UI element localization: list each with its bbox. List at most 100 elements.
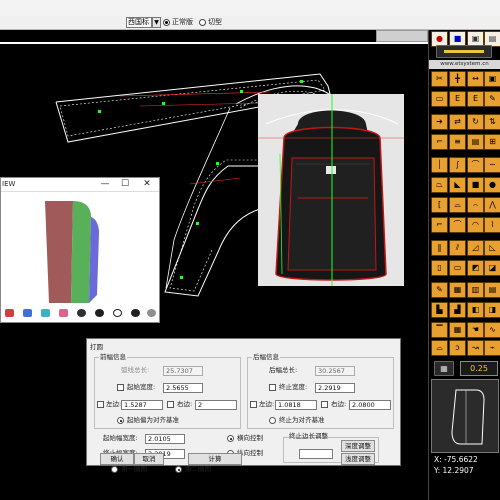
- square-tool-icon[interactable]: ■: [467, 177, 484, 193]
- light-icon[interactable]: [147, 309, 156, 317]
- ok-button[interactable]: 确认: [100, 453, 134, 465]
- shade-cyan-icon[interactable]: [41, 309, 50, 317]
- offset-tool-icon[interactable]: ≡: [449, 134, 466, 150]
- scallop-tool-icon[interactable]: ⌢: [467, 197, 484, 213]
- spline-tool-icon[interactable]: ∿: [484, 322, 500, 338]
- shade-blue-icon[interactable]: [23, 309, 32, 317]
- 3d-view-titlebar[interactable]: IEW — ☐ ✕: [1, 178, 159, 192]
- round-dialog[interactable]: 打圆 前幅信息 弧线总长: 25.7307 起始宽度: 2.5655 左边: 1…: [86, 338, 401, 473]
- edge-tool-icon[interactable]: E: [449, 91, 466, 107]
- rect-tool-icon[interactable]: ▭: [431, 91, 448, 107]
- fan-tool-icon[interactable]: ◺: [484, 240, 500, 256]
- line-tool-icon[interactable]: │: [431, 157, 448, 173]
- front-right-checkbox[interactable]: [167, 401, 174, 408]
- round2-radio[interactable]: [175, 466, 182, 473]
- trapezoid-tool-icon[interactable]: ⏢: [431, 177, 448, 193]
- piece-icon[interactable]: ▣: [484, 71, 500, 87]
- back-right-checkbox[interactable]: [321, 401, 328, 408]
- ring-icon[interactable]: [113, 309, 122, 317]
- slant-tool-icon[interactable]: ⫽: [449, 240, 466, 256]
- maximize-button[interactable]: ☐: [119, 179, 131, 190]
- front-right-field[interactable]: 2: [195, 400, 237, 410]
- expand-tool-icon[interactable]: ◧: [467, 302, 484, 318]
- pencil-tool-icon[interactable]: ✎: [431, 282, 448, 298]
- calc-button[interactable]: 计算: [188, 453, 242, 465]
- trim-tool-icon[interactable]: ◨: [484, 302, 500, 318]
- back-length-field[interactable]: 30.2567: [315, 366, 355, 376]
- align-tool-icon[interactable]: ▤: [484, 282, 500, 298]
- merge-tool-icon[interactable]: ▟: [449, 302, 466, 318]
- calculator-icon[interactable]: ▦: [449, 322, 466, 338]
- back-fold-field[interactable]: 2.2919: [315, 383, 355, 393]
- front-fold-checkbox[interactable]: [117, 384, 124, 391]
- strap-tool-icon[interactable]: ⌓: [431, 340, 448, 356]
- start-width-field[interactable]: 2.0105: [145, 434, 185, 444]
- round1-radio[interactable]: [111, 466, 118, 473]
- wave-tool-icon[interactable]: ∽: [484, 157, 500, 173]
- back-align-radio[interactable]: [269, 417, 276, 424]
- minimize-button[interactable]: —: [99, 179, 111, 190]
- arrow-tool-icon[interactable]: ➔: [431, 114, 448, 130]
- shallow-adjust-button[interactable]: 浅度调整: [341, 453, 375, 465]
- split-tool-icon[interactable]: ‖: [431, 240, 448, 256]
- chevron-down-icon[interactable]: ▼: [152, 17, 161, 28]
- loop-tool-icon[interactable]: ↄ: [449, 340, 466, 356]
- cut-tool-icon[interactable]: ◩: [467, 260, 484, 276]
- zoom-level[interactable]: 0.25: [460, 361, 498, 376]
- back-fold-checkbox[interactable]: [269, 384, 276, 391]
- h-adjust-radio[interactable]: [227, 435, 234, 442]
- join-tool-icon[interactable]: ⇄: [449, 114, 466, 130]
- arch-tool-icon[interactable]: ⌓: [449, 197, 466, 213]
- corner-tool-icon[interactable]: ⌐: [431, 134, 448, 150]
- rename-tool-icon[interactable]: ▔: [431, 322, 448, 338]
- back-left-checkbox[interactable]: [250, 401, 257, 408]
- layer-tool-icon[interactable]: ▦: [449, 282, 466, 298]
- 3d-view-window[interactable]: IEW — ☐ ✕: [0, 177, 160, 323]
- bend-tool-icon[interactable]: ↝: [467, 340, 484, 356]
- panel-tool-icon[interactable]: ▙: [431, 302, 448, 318]
- mirror-icon[interactable]: ↔: [467, 71, 484, 87]
- circle-tool-icon[interactable]: ●: [484, 177, 500, 193]
- shade-red-icon[interactable]: [5, 309, 14, 317]
- back-right-field[interactable]: 2.0800: [349, 400, 391, 410]
- ellipse-icon[interactable]: [95, 309, 104, 317]
- zip-tool-icon[interactable]: ⌁: [484, 340, 500, 356]
- front-length-field[interactable]: 25.7307: [163, 366, 203, 376]
- arc-tool-icon[interactable]: ⌒: [467, 157, 484, 173]
- notch-tool-icon[interactable]: ✎: [484, 91, 500, 107]
- front-fold-field[interactable]: 2.5655: [163, 383, 203, 393]
- length-adjust-input[interactable]: [299, 449, 333, 459]
- front-left-field[interactable]: 1.5287: [121, 400, 163, 410]
- bezier-tool-icon[interactable]: ∫: [449, 157, 466, 173]
- ruler-tool-icon[interactable]: ▤: [467, 134, 484, 150]
- dot-icon[interactable]: [131, 309, 140, 317]
- back-left-field[interactable]: 1.0818: [275, 400, 317, 410]
- curve-d-icon[interactable]: ⌇: [484, 217, 500, 233]
- frame-tool-icon[interactable]: ▭: [449, 260, 466, 276]
- rotate-tool-icon[interactable]: ↻: [467, 114, 484, 130]
- shade-pink-icon[interactable]: [59, 309, 68, 317]
- curve-b-icon[interactable]: ⌒: [449, 217, 466, 233]
- pleat-tool-icon[interactable]: ⋀: [484, 197, 500, 213]
- curve-c-icon[interactable]: ◠: [467, 217, 484, 233]
- pattern-tool-icon[interactable]: ✂: [431, 71, 448, 87]
- front-align-radio[interactable]: [117, 417, 124, 424]
- taper-tool-icon[interactable]: ◿: [467, 240, 484, 256]
- fold-tool-icon[interactable]: ◪: [484, 260, 500, 276]
- close-button[interactable]: ✕: [141, 179, 153, 190]
- curve-a-icon[interactable]: ⌐: [431, 217, 448, 233]
- seam-tool-icon[interactable]: E: [467, 91, 484, 107]
- flip-tool-icon[interactable]: ⇅: [484, 114, 500, 130]
- calculator-button[interactable]: ▦: [434, 361, 454, 376]
- mode-select[interactable]: 西国标: [126, 17, 152, 28]
- normal-mode-radio[interactable]: [163, 19, 170, 26]
- stack-tool-icon[interactable]: ▥: [467, 282, 484, 298]
- hand-tool-icon[interactable]: ☚: [467, 322, 484, 338]
- ruler-icon[interactable]: ╋: [449, 71, 466, 87]
- deep-adjust-button[interactable]: 深度调整: [341, 440, 375, 452]
- bracket-tool-icon[interactable]: [: [431, 197, 448, 213]
- box-tool-icon[interactable]: ▯: [431, 260, 448, 276]
- front-left-checkbox[interactable]: [97, 401, 104, 408]
- cancel-button[interactable]: 取消: [134, 453, 164, 465]
- cut-mode-radio[interactable]: [199, 19, 206, 26]
